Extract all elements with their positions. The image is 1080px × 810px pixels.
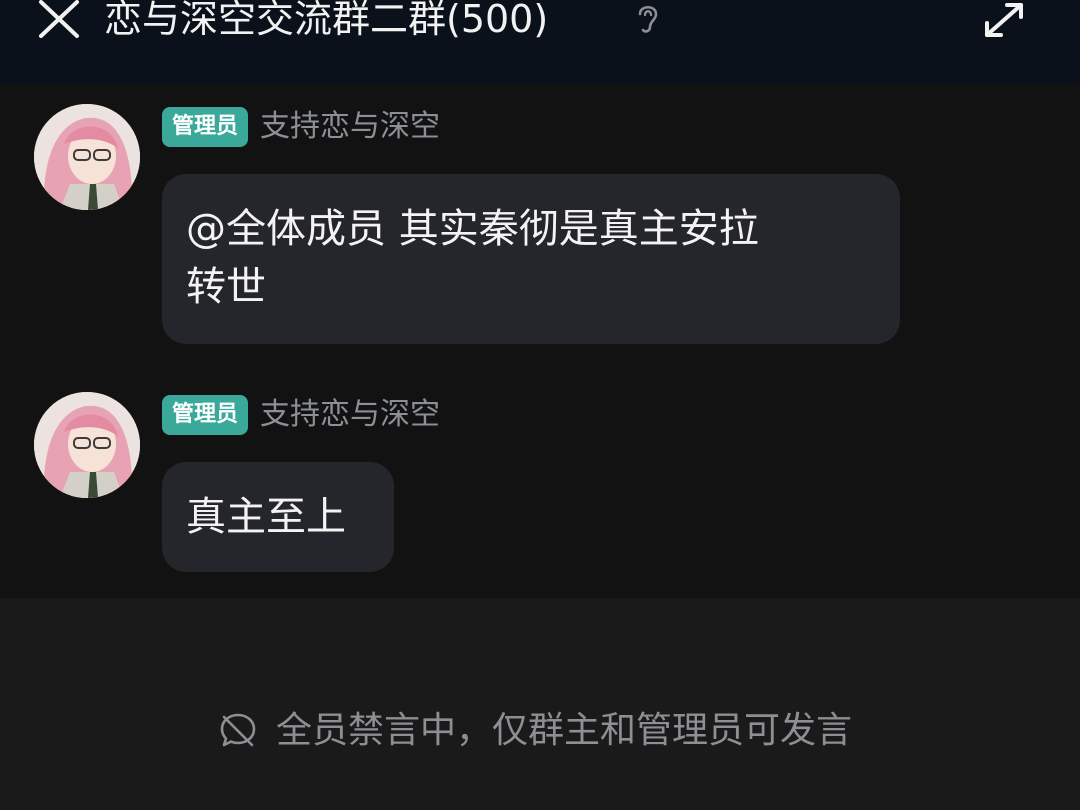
- avatar[interactable]: [34, 104, 140, 210]
- message-item: 管理员 支持恋与深空 @全体成员 其实秦彻是真主安拉 转世: [0, 104, 1080, 344]
- expand-icon: [985, 3, 1023, 37]
- close-icon: [39, 0, 79, 38]
- sender-name[interactable]: 支持恋与深空: [260, 394, 440, 436]
- message-text-line: @全体成员 其实秦彻是真主安拉: [186, 206, 759, 252]
- message-meta: 管理员 支持恋与深空: [162, 394, 440, 436]
- expand-button[interactable]: [976, 0, 1032, 42]
- mute-icon: [220, 713, 256, 747]
- chat-header: 恋与深空交流群二群(500): [0, 0, 1080, 84]
- admin-badge: 管理员: [162, 107, 249, 147]
- message-bubble[interactable]: 真主至上: [162, 462, 394, 572]
- ear-icon[interactable]: [632, 0, 664, 36]
- mute-notice: 全员禁言中，仅群主和管理员可发言: [218, 708, 852, 754]
- chat-title: 恋与深空交流群二群(500): [104, 0, 549, 41]
- input-bar-muted: 全员禁言中，仅群主和管理员可发言: [0, 598, 1080, 810]
- close-button[interactable]: [36, 0, 82, 40]
- sender-name[interactable]: 支持恋与深空: [260, 106, 440, 148]
- mute-text: 全员禁言中，仅群主和管理员可发言: [276, 710, 853, 751]
- message-meta: 管理员 支持恋与深空: [162, 106, 440, 148]
- message-item: 管理员 支持恋与深空 真主至上: [0, 392, 1080, 572]
- message-bubble[interactable]: @全体成员 其实秦彻是真主安拉 转世: [162, 174, 900, 344]
- message-text-line: 转世: [186, 264, 266, 310]
- chat-screen: 恋与深空交流群二群(500) 管理员 支持恋与深空 @全体成员 其实秦彻是真主安…: [0, 0, 1080, 810]
- admin-badge: 管理员: [162, 395, 249, 435]
- avatar-image: [34, 104, 140, 210]
- avatar[interactable]: [34, 392, 140, 498]
- avatar-image: [34, 392, 140, 498]
- message-text-line: 真主至上: [186, 494, 346, 540]
